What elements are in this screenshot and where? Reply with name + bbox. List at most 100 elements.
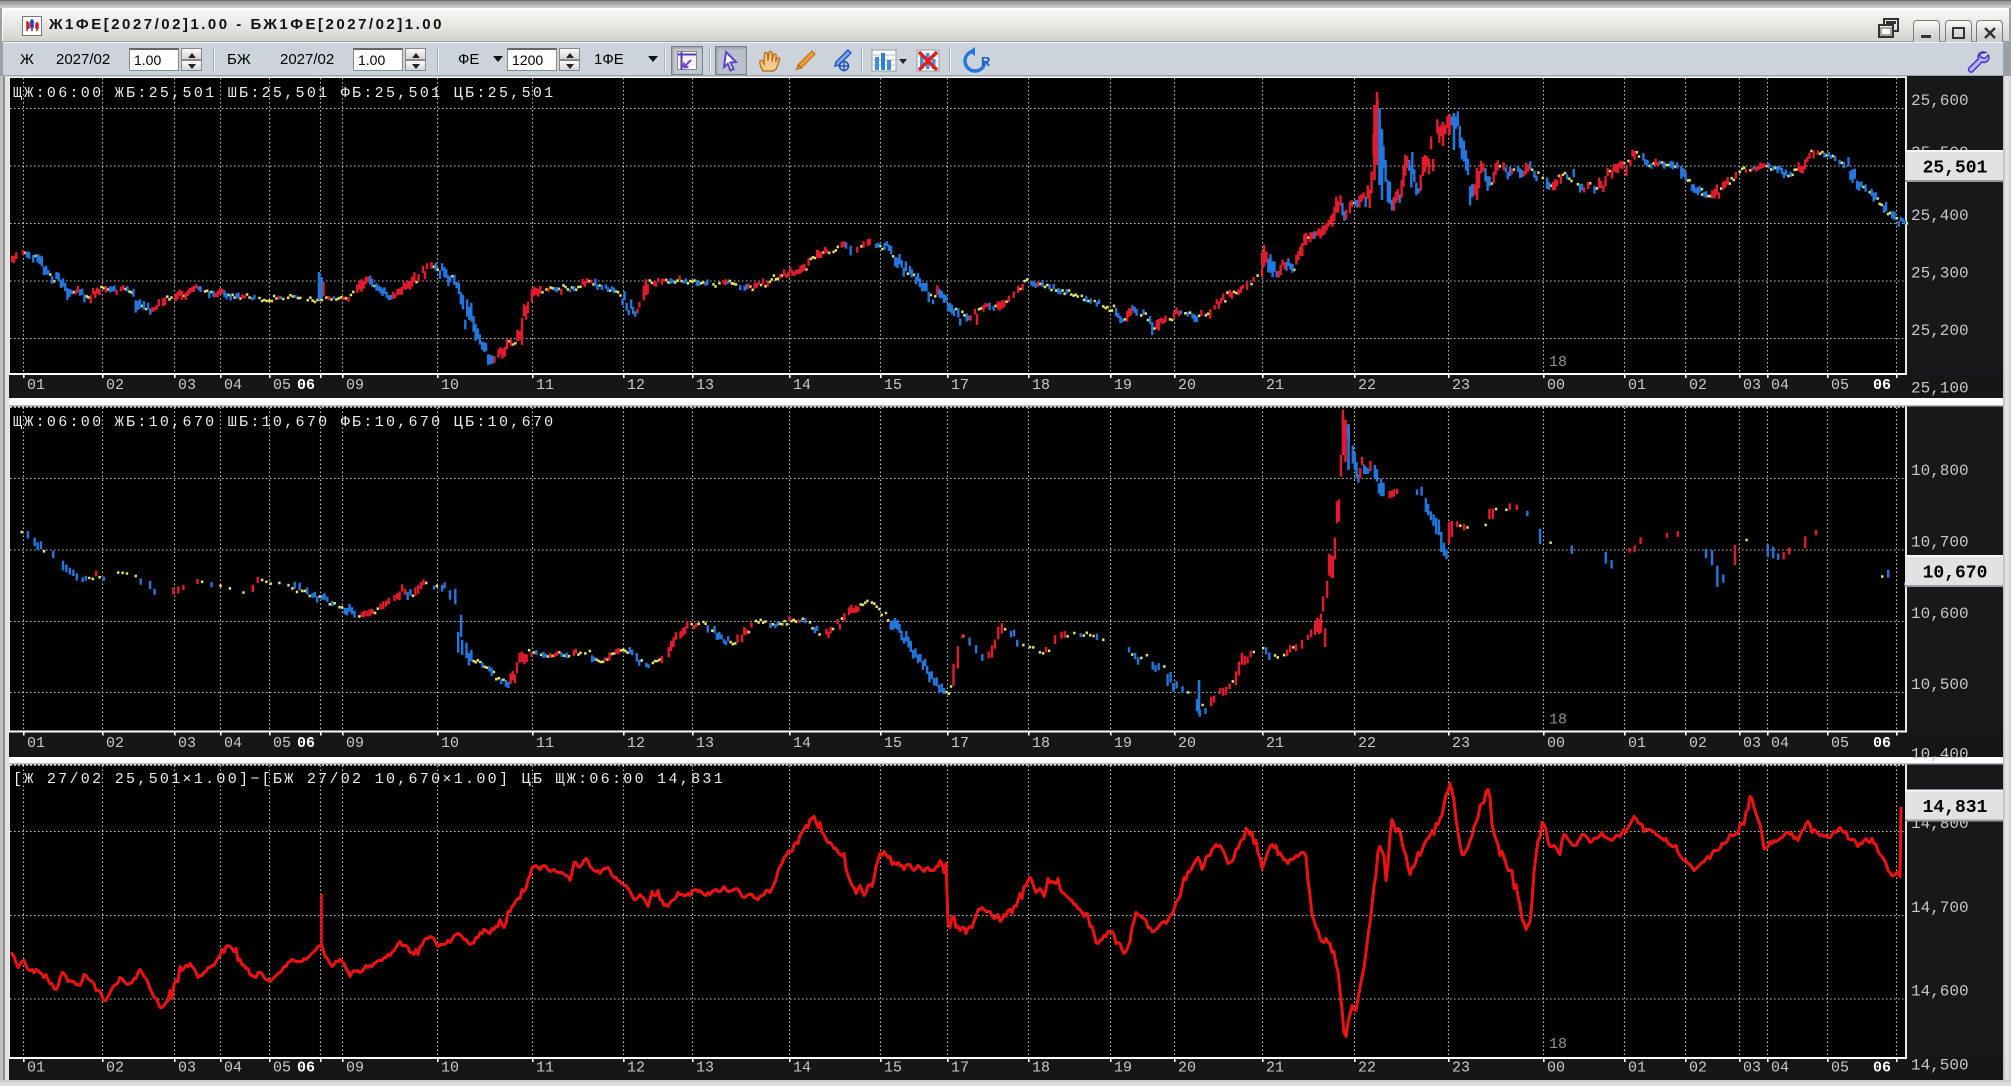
svg-text:11: 11 [536,735,554,752]
svg-text:14,831: 14,831 [1923,798,1988,818]
svg-text:23: 23 [1452,735,1470,752]
svg-text:03: 03 [178,735,196,752]
svg-text:00: 00 [1547,1059,1565,1076]
svg-text:23: 23 [1452,1059,1470,1076]
svg-text:06: 06 [1873,1059,1891,1076]
svg-text:18: 18 [1032,1059,1050,1076]
svg-text:09: 09 [346,735,364,752]
svg-text:03: 03 [1743,735,1761,752]
svg-text:14: 14 [793,377,811,394]
svg-text:02: 02 [106,377,124,394]
svg-text:05: 05 [273,735,291,752]
svg-text:10,800: 10,800 [1911,462,1969,480]
svg-text:11: 11 [536,377,554,394]
svg-text:22: 22 [1358,735,1376,752]
svg-text:10,670: 10,670 [1923,564,1988,584]
svg-text:19: 19 [1114,735,1132,752]
svg-text:04: 04 [224,377,242,394]
svg-text:03: 03 [1743,377,1761,394]
svg-text:02: 02 [106,735,124,752]
svg-text:02: 02 [1689,377,1707,394]
svg-text:01: 01 [1628,735,1646,752]
svg-text:10,500: 10,500 [1911,676,1969,694]
svg-text:20: 20 [1178,1059,1196,1076]
svg-text:06: 06 [297,377,315,394]
svg-text:25,300: 25,300 [1911,265,1969,283]
svg-text:18: 18 [1549,354,1567,371]
svg-text:01: 01 [27,735,45,752]
svg-text:25,100: 25,100 [1911,380,1969,398]
svg-text:02: 02 [106,1059,124,1076]
svg-text:14,700: 14,700 [1911,899,1969,917]
svg-text:05: 05 [273,377,291,394]
svg-text:05: 05 [273,1059,291,1076]
svg-text:15: 15 [884,735,902,752]
svg-text:13: 13 [696,1059,714,1076]
svg-text:10,700: 10,700 [1911,534,1969,552]
svg-text:06: 06 [297,1059,315,1076]
svg-text:02: 02 [1689,1059,1707,1076]
svg-text:00: 00 [1547,377,1565,394]
svg-text:14: 14 [793,1059,811,1076]
svg-text:22: 22 [1358,377,1376,394]
svg-text:13: 13 [696,377,714,394]
svg-text:14: 14 [793,735,811,752]
svg-text:01: 01 [1628,377,1646,394]
svg-text:19: 19 [1114,1059,1132,1076]
svg-text:09: 09 [346,1059,364,1076]
svg-text:18: 18 [1032,735,1050,752]
svg-text:06: 06 [1873,377,1891,394]
svg-text:15: 15 [884,377,902,394]
svg-text:14,600: 14,600 [1911,983,1969,1001]
svg-text:05: 05 [1831,377,1849,394]
svg-text:10: 10 [441,735,459,752]
svg-text:18: 18 [1032,377,1050,394]
svg-text:25,200: 25,200 [1911,322,1969,340]
svg-text:[Ж 27/02 25,501×1.00]−[БЖ 27/0: [Ж 27/02 25,501×1.00]−[БЖ 27/02 10,670×1… [13,771,725,788]
svg-text:00: 00 [1547,735,1565,752]
svg-text:10,400: 10,400 [1911,746,1969,764]
svg-text:11: 11 [536,1059,554,1076]
svg-text:01: 01 [1628,1059,1646,1076]
svg-text:25,600: 25,600 [1911,92,1969,110]
svg-text:25,501: 25,501 [1923,159,1988,179]
svg-text:13: 13 [696,735,714,752]
svg-text:18: 18 [1549,712,1567,729]
svg-text:01: 01 [27,377,45,394]
svg-text:09: 09 [346,377,364,394]
svg-text:ЩЖ:06:00 ЖБ:25,501 ШБ:25,501 Ф: ЩЖ:06:00 ЖБ:25,501 ШБ:25,501 ФБ:25,501 Ц… [13,85,555,102]
svg-text:03: 03 [178,1059,196,1076]
svg-text:17: 17 [951,377,969,394]
svg-text:15: 15 [884,1059,902,1076]
svg-text:12: 12 [627,377,645,394]
svg-text:01: 01 [27,1059,45,1076]
svg-text:05: 05 [1831,735,1849,752]
svg-text:20: 20 [1178,735,1196,752]
svg-text:14,500: 14,500 [1911,1057,1969,1075]
svg-text:17: 17 [951,735,969,752]
svg-text:06: 06 [1873,735,1891,752]
svg-text:04: 04 [1771,735,1789,752]
svg-text:23: 23 [1452,377,1470,394]
svg-text:ЩЖ:06:00 ЖБ:10,670 ШБ:10,670 Ф: ЩЖ:06:00 ЖБ:10,670 ШБ:10,670 ФБ:10,670 Ц… [13,414,555,431]
svg-text:25,400: 25,400 [1911,207,1969,225]
svg-text:02: 02 [1689,735,1707,752]
svg-text:21: 21 [1266,377,1284,394]
svg-text:21: 21 [1266,1059,1284,1076]
svg-text:10: 10 [441,1059,459,1076]
svg-text:R: R [981,54,991,69]
svg-text:12: 12 [627,735,645,752]
svg-text:06: 06 [297,735,315,752]
svg-text:05: 05 [1831,1059,1849,1076]
svg-text:04: 04 [224,735,242,752]
svg-text:04: 04 [224,1059,242,1076]
svg-text:12: 12 [627,1059,645,1076]
svg-text:04: 04 [1771,1059,1789,1076]
svg-text:18: 18 [1549,1036,1567,1053]
svg-text:10: 10 [441,377,459,394]
svg-text:20: 20 [1178,377,1196,394]
svg-text:17: 17 [951,1059,969,1076]
svg-text:10,600: 10,600 [1911,605,1969,623]
svg-text:04: 04 [1771,377,1789,394]
svg-text:19: 19 [1114,377,1132,394]
